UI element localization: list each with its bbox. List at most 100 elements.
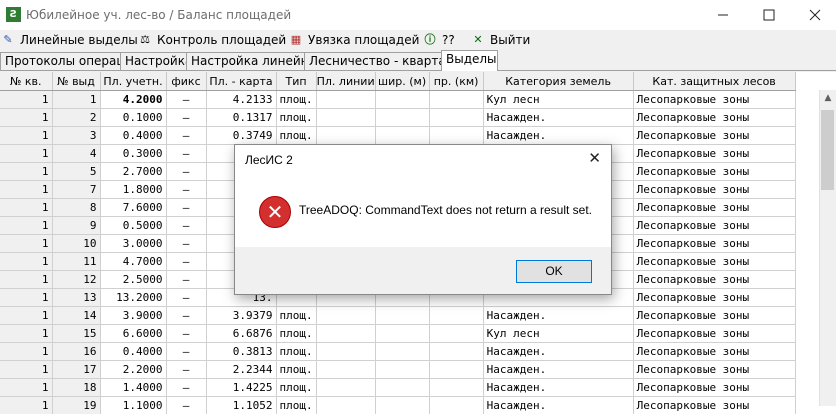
cell-quarter[interactable]: 1 xyxy=(0,378,53,397)
cell-land-category[interactable]: Насажден. xyxy=(483,360,634,379)
cell-protective-category[interactable]: Лесопарковые зоны xyxy=(633,234,796,253)
cell-plot[interactable]: 8 xyxy=(52,198,101,217)
cell-protective-category[interactable]: Лесопарковые зоны xyxy=(633,252,796,271)
cell-area-recorded[interactable]: 0.4000 xyxy=(100,342,167,361)
help-button[interactable]: ⓘ ?? xyxy=(422,30,455,50)
cell-plot[interactable]: 7 xyxy=(52,180,101,199)
tab-forestry-quarters[interactable]: Лесничество - кварталы xyxy=(304,52,463,70)
cell-area-map[interactable]: 2.2344 xyxy=(206,360,277,379)
dialog-close-icon[interactable]: ✕ xyxy=(588,149,601,167)
cell-quarter[interactable]: 1 xyxy=(0,306,53,325)
cell-type[interactable]: площ. xyxy=(276,108,317,127)
cell-type[interactable]: площ. xyxy=(276,126,317,145)
cell-area-map[interactable]: 3.9379 xyxy=(206,306,277,325)
cell-plot[interactable]: 12 xyxy=(52,270,101,289)
cell-area-recorded[interactable]: 4.2000 xyxy=(100,90,167,109)
close-icon[interactable] xyxy=(809,9,821,21)
cell-area-map[interactable]: 4.2133 xyxy=(206,90,277,109)
cell-fixed[interactable]: – xyxy=(166,396,207,414)
table-row[interactable]: 1 15 6.6000–6.6876 площ. Кул лесн Лесопарковы… xyxy=(0,324,796,343)
cell-area-recorded[interactable]: 2.2000 xyxy=(100,360,167,379)
cell-area-map[interactable]: 0.1317 xyxy=(206,108,277,127)
cell-land-category[interactable]: Насажден. xyxy=(483,108,634,127)
cell-area-map[interactable]: 6.6876 xyxy=(206,324,277,343)
ok-button[interactable]: OK xyxy=(516,260,592,283)
cell-fixed[interactable]: – xyxy=(166,270,207,289)
cell-length[interactable] xyxy=(429,378,484,397)
cell-protective-category[interactable]: Лесопарковые зоны xyxy=(633,126,796,145)
cell-protective-category[interactable]: Лесопарковые зоны xyxy=(633,378,796,397)
scroll-up-icon[interactable]: ▲ xyxy=(820,90,836,106)
cell-plot[interactable]: 3 xyxy=(52,126,101,145)
cell-plot[interactable]: 14 xyxy=(52,306,101,325)
cell-protective-category[interactable]: Лесопарковые зоны xyxy=(633,180,796,199)
table-row[interactable]: 1 2 0.1000–0.1317 площ. Насажден. Лесопарковы… xyxy=(0,108,796,127)
cell-area-recorded[interactable]: 1.1000 xyxy=(100,396,167,414)
cell-width[interactable] xyxy=(375,396,430,414)
cell-protective-category[interactable]: Лесопарковые зоны xyxy=(633,270,796,289)
cell-quarter[interactable]: 1 xyxy=(0,108,53,127)
cell-quarter[interactable]: 1 xyxy=(0,162,53,181)
col-header-land-category[interactable]: Категория земель xyxy=(483,72,634,91)
cell-area-recorded[interactable]: 6.6000 xyxy=(100,324,167,343)
cell-plot[interactable]: 19 xyxy=(52,396,101,414)
area-control-button[interactable]: ⚖ Контроль площадей xyxy=(137,30,286,50)
cell-line-area[interactable] xyxy=(316,108,376,127)
cell-width[interactable] xyxy=(375,378,430,397)
cell-protective-category[interactable]: Лесопарковые зоны xyxy=(633,162,796,181)
cell-land-category[interactable]: Насажден. xyxy=(483,126,634,145)
cell-fixed[interactable]: – xyxy=(166,360,207,379)
cell-length[interactable] xyxy=(429,360,484,379)
cell-width[interactable] xyxy=(375,306,430,325)
col-header-area-recorded[interactable]: Пл. учетн. xyxy=(100,72,167,91)
cell-fixed[interactable]: – xyxy=(166,378,207,397)
cell-fixed[interactable]: – xyxy=(166,234,207,253)
cell-quarter[interactable]: 1 xyxy=(0,270,53,289)
table-row[interactable]: 1 3 0.4000–0.3749 площ. Насажден. Лесопарковы… xyxy=(0,126,796,145)
cell-protective-category[interactable]: Лесопарковые зоны xyxy=(633,108,796,127)
col-header-line-area[interactable]: Пл. линии xyxy=(316,72,376,91)
cell-protective-category[interactable]: Лесопарковые зоны xyxy=(633,306,796,325)
cell-protective-category[interactable]: Лесопарковые зоны xyxy=(633,144,796,163)
table-row[interactable]: 1 17 2.2000–2.2344 площ. Насажден. Лесопарков… xyxy=(0,360,796,379)
cell-protective-category[interactable]: Лесопарковые зоны xyxy=(633,90,796,109)
cell-quarter[interactable]: 1 xyxy=(0,234,53,253)
cell-type[interactable]: площ. xyxy=(276,396,317,414)
cell-protective-category[interactable]: Лесопарковые зоны xyxy=(633,216,796,235)
cell-type[interactable]: площ. xyxy=(276,342,317,361)
cell-plot[interactable]: 17 xyxy=(52,360,101,379)
cell-plot[interactable]: 16 xyxy=(52,342,101,361)
cell-plot[interactable]: 2 xyxy=(52,108,101,127)
col-header-area-map[interactable]: Пл. - карта xyxy=(206,72,277,91)
cell-fixed[interactable]: – xyxy=(166,342,207,361)
cell-quarter[interactable]: 1 xyxy=(0,324,53,343)
cell-type[interactable]: площ. xyxy=(276,360,317,379)
cell-protective-category[interactable]: Лесопарковые зоны xyxy=(633,342,796,361)
cell-area-recorded[interactable]: 4.7000 xyxy=(100,252,167,271)
cell-quarter[interactable]: 1 xyxy=(0,198,53,217)
col-header-plot[interactable]: № выд xyxy=(52,72,101,91)
cell-width[interactable] xyxy=(375,360,430,379)
cell-land-category[interactable]: Насажден. xyxy=(483,396,634,414)
cell-line-area[interactable] xyxy=(316,342,376,361)
cell-quarter[interactable]: 1 xyxy=(0,396,53,414)
cell-line-area[interactable] xyxy=(316,360,376,379)
table-row[interactable]: 1 16 0.4000–0.3813 площ. Насажден. Лесопарков… xyxy=(0,342,796,361)
cell-protective-category[interactable]: Лесопарковые зоны xyxy=(633,288,796,307)
cell-type[interactable]: площ. xyxy=(276,306,317,325)
cell-width[interactable] xyxy=(375,324,430,343)
cell-line-area[interactable] xyxy=(316,306,376,325)
cell-area-map[interactable]: 0.3749 xyxy=(206,126,277,145)
cell-fixed[interactable]: – xyxy=(166,90,207,109)
cell-quarter[interactable]: 1 xyxy=(0,360,53,379)
cell-area-map[interactable]: 1.4225 xyxy=(206,378,277,397)
cell-quarter[interactable]: 1 xyxy=(0,252,53,271)
cell-land-category[interactable]: Насажден. xyxy=(483,378,634,397)
cell-quarter[interactable]: 1 xyxy=(0,90,53,109)
cell-fixed[interactable]: – xyxy=(166,324,207,343)
cell-width[interactable] xyxy=(375,90,430,109)
cell-protective-category[interactable]: Лесопарковые зоны xyxy=(633,360,796,379)
cell-length[interactable] xyxy=(429,396,484,414)
cell-type[interactable]: площ. xyxy=(276,90,317,109)
cell-fixed[interactable]: – xyxy=(166,288,207,307)
